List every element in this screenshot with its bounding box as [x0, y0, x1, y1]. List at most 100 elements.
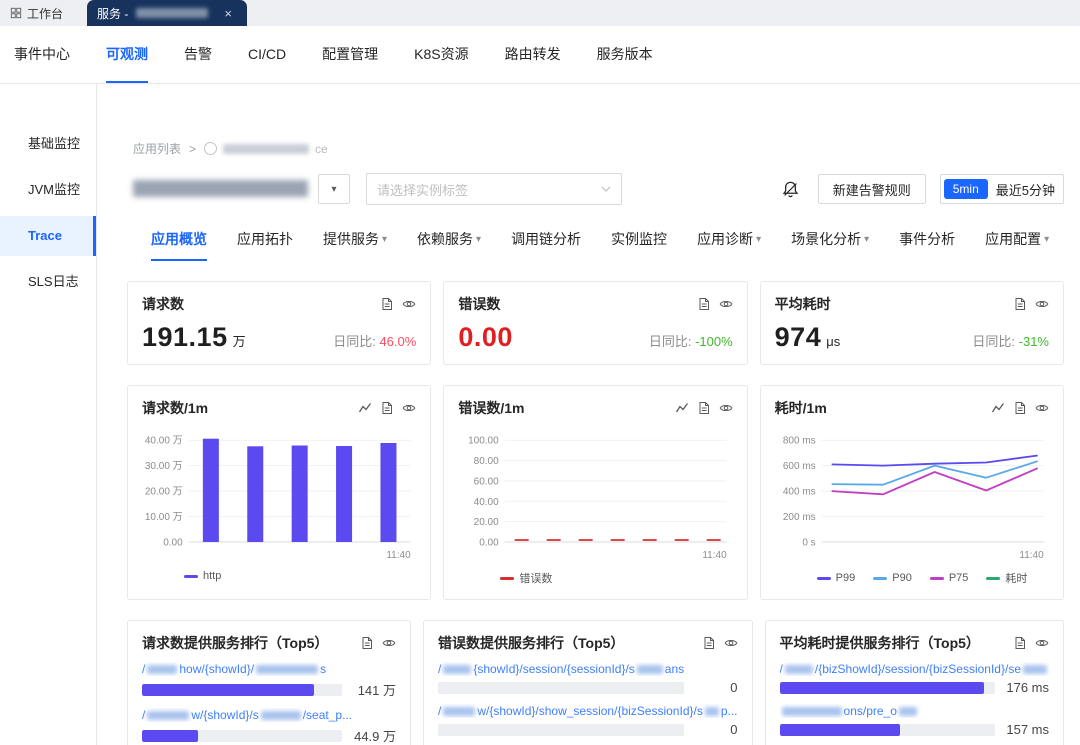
eye-icon[interactable] — [719, 297, 733, 311]
breadcrumb: 应用列表 > ce — [133, 140, 1064, 157]
service-link[interactable]: //{bizShowId}/session/{bizSessionId}/se — [780, 662, 1049, 676]
eye-icon[interactable] — [382, 636, 396, 650]
app-icon — [204, 142, 217, 155]
workbench-grid-icon — [10, 7, 22, 19]
service-link[interactable]: /w/{showId}/s/seat_p... — [142, 708, 396, 722]
stat-card-errors: 错误数 0.00 日同比: -100% — [443, 281, 747, 365]
top-nav-tab[interactable]: K8S资源 — [414, 26, 468, 83]
redacted-text — [136, 8, 208, 18]
page-tab[interactable]: 应用诊断▾ — [697, 229, 761, 261]
svg-text:60.00: 60.00 — [474, 476, 499, 487]
service-link[interactable]: /how/{showId}/s — [142, 662, 396, 676]
eye-icon[interactable] — [1035, 636, 1049, 650]
line-chart-icon[interactable] — [358, 401, 372, 415]
rank-bar — [142, 730, 342, 742]
service-link[interactable]: ons/pre_o — [780, 704, 1049, 718]
sidebar: 基础监控 JVM监控 Trace SLS日志 — [0, 84, 97, 745]
log-icon[interactable] — [380, 401, 394, 415]
eye-icon[interactable] — [719, 401, 733, 415]
page-tab[interactable]: 应用配置▾ — [985, 229, 1049, 261]
eye-icon[interactable] — [402, 297, 416, 311]
legend-item[interactable]: 错误数 — [500, 570, 552, 586]
log-icon[interactable] — [697, 401, 711, 415]
alarm-bell-icon[interactable] — [781, 180, 800, 199]
app-switcher-button[interactable]: ▾ — [318, 174, 350, 204]
log-icon[interactable] — [360, 636, 374, 650]
card-title: 请求数提供服务排行（Top5） — [142, 633, 328, 653]
log-icon[interactable] — [1013, 401, 1027, 415]
line-chart-icon[interactable] — [991, 401, 1005, 415]
card-title: 错误数 — [458, 294, 500, 314]
eye-icon[interactable] — [1035, 401, 1049, 415]
redacted-text — [147, 665, 177, 674]
top-nav-tab[interactable]: 可观测 — [106, 26, 148, 83]
log-icon[interactable] — [697, 297, 711, 311]
eye-icon[interactable] — [1035, 297, 1049, 311]
card-title: 平均耗时提供服务排行（Top5） — [780, 633, 980, 653]
time-range-picker[interactable]: 5min 最近5分钟 — [940, 174, 1064, 204]
top-nav-tab[interactable]: 服务版本 — [597, 26, 653, 83]
rank-item: /w/{showId}/s/seat_p... 44.9 万 — [142, 708, 396, 745]
legend-item[interactable]: P99 — [817, 570, 856, 586]
app-name-redacted — [133, 180, 308, 198]
rank-cards-row: 请求数提供服务排行（Top5） /how/{showId}/s141 万/w/{… — [127, 620, 1064, 745]
browser-topbar: 工作台 服务 - × — [0, 0, 1080, 26]
workbench-label: 工作台 — [27, 5, 63, 22]
sidebar-item[interactable]: Trace — [0, 216, 96, 256]
rank-value: 44.9 万 — [350, 726, 396, 745]
breadcrumb-current-suffix: ce — [315, 142, 328, 156]
log-icon[interactable] — [380, 297, 394, 311]
log-icon[interactable] — [702, 636, 716, 650]
service-link[interactable]: /w/{showId}/show_session/{bizSessionId}/… — [438, 704, 738, 718]
errors-line-chart: 0.0020.0040.0060.0080.00100.0011:40 — [458, 422, 732, 568]
redacted-text — [256, 665, 318, 674]
card-title: 错误数/1m — [458, 398, 524, 418]
chart-legend: http — [142, 570, 416, 582]
top-nav-tab[interactable]: 事件中心 — [14, 26, 70, 83]
redacted-text — [785, 665, 813, 674]
instance-tag-select[interactable]: 请选择实例标签 — [366, 173, 622, 205]
rank-item: /how/{showId}/s141 万 — [142, 662, 396, 699]
stat-unit: μs — [826, 334, 840, 349]
page-tab[interactable]: 实例监控 — [611, 229, 667, 261]
log-icon[interactable] — [1013, 297, 1027, 311]
line-chart-icon[interactable] — [675, 401, 689, 415]
redacted-text — [637, 665, 663, 674]
page-tab[interactable]: 依赖服务▾ — [417, 229, 481, 261]
top-nav-tab[interactable]: 路由转发 — [505, 26, 561, 83]
tab-close-icon[interactable]: × — [224, 7, 232, 20]
rank-list: //{bizShowId}/session/{bizSessionId}/se1… — [780, 662, 1049, 745]
breadcrumb-app-list[interactable]: 应用列表 — [133, 140, 181, 157]
top-nav-tab[interactable]: 配置管理 — [322, 26, 378, 83]
legend-item[interactable]: P90 — [873, 570, 912, 586]
chart-legend: P99 P90 P75 耗时 — [775, 570, 1049, 586]
create-alert-rule-button[interactable]: 新建告警规则 — [818, 174, 926, 204]
top-nav-tab[interactable]: 告警 — [184, 26, 212, 83]
app-window: 工作台 服务 - × 事件中心可观测告警CI/CD配置管理K8S资源路由转发服务… — [0, 0, 1080, 745]
stat-yoy: 日同比: -31% — [972, 331, 1049, 350]
top-nav-tab[interactable]: CI/CD — [248, 26, 286, 83]
page-tab[interactable]: 应用拓扑 — [237, 229, 293, 261]
page-tab[interactable]: 调用链分析 — [511, 229, 581, 261]
service-browser-tab[interactable]: 服务 - × — [87, 0, 247, 26]
eye-icon[interactable] — [724, 636, 738, 650]
rank-list: /how/{showId}/s141 万/w/{showId}/s/seat_p… — [142, 662, 396, 745]
sidebar-item[interactable]: SLS日志 — [0, 262, 96, 302]
log-icon[interactable] — [1013, 636, 1027, 650]
eye-icon[interactable] — [402, 401, 416, 415]
legend-item[interactable]: http — [184, 570, 221, 582]
redacted-text — [899, 707, 917, 716]
sidebar-item[interactable]: 基础监控 — [0, 124, 96, 164]
sidebar-item[interactable]: JVM监控 — [0, 170, 96, 210]
page-tab[interactable]: 提供服务▾ — [323, 229, 387, 261]
svg-text:80.00: 80.00 — [474, 456, 499, 467]
page-tab[interactable]: 场景化分析▾ — [791, 229, 869, 261]
page-tab[interactable]: 应用概览 — [151, 229, 207, 261]
service-link[interactable]: /{showId}/session/{sessionId}/sans — [438, 662, 738, 676]
redacted-text — [223, 144, 309, 154]
time-range-badge[interactable]: 5min — [944, 179, 988, 199]
page-tab[interactable]: 事件分析 — [899, 229, 955, 261]
legend-item[interactable]: 耗时 — [986, 570, 1027, 586]
legend-item[interactable]: P75 — [930, 570, 969, 586]
workbench-link[interactable]: 工作台 — [0, 0, 73, 26]
